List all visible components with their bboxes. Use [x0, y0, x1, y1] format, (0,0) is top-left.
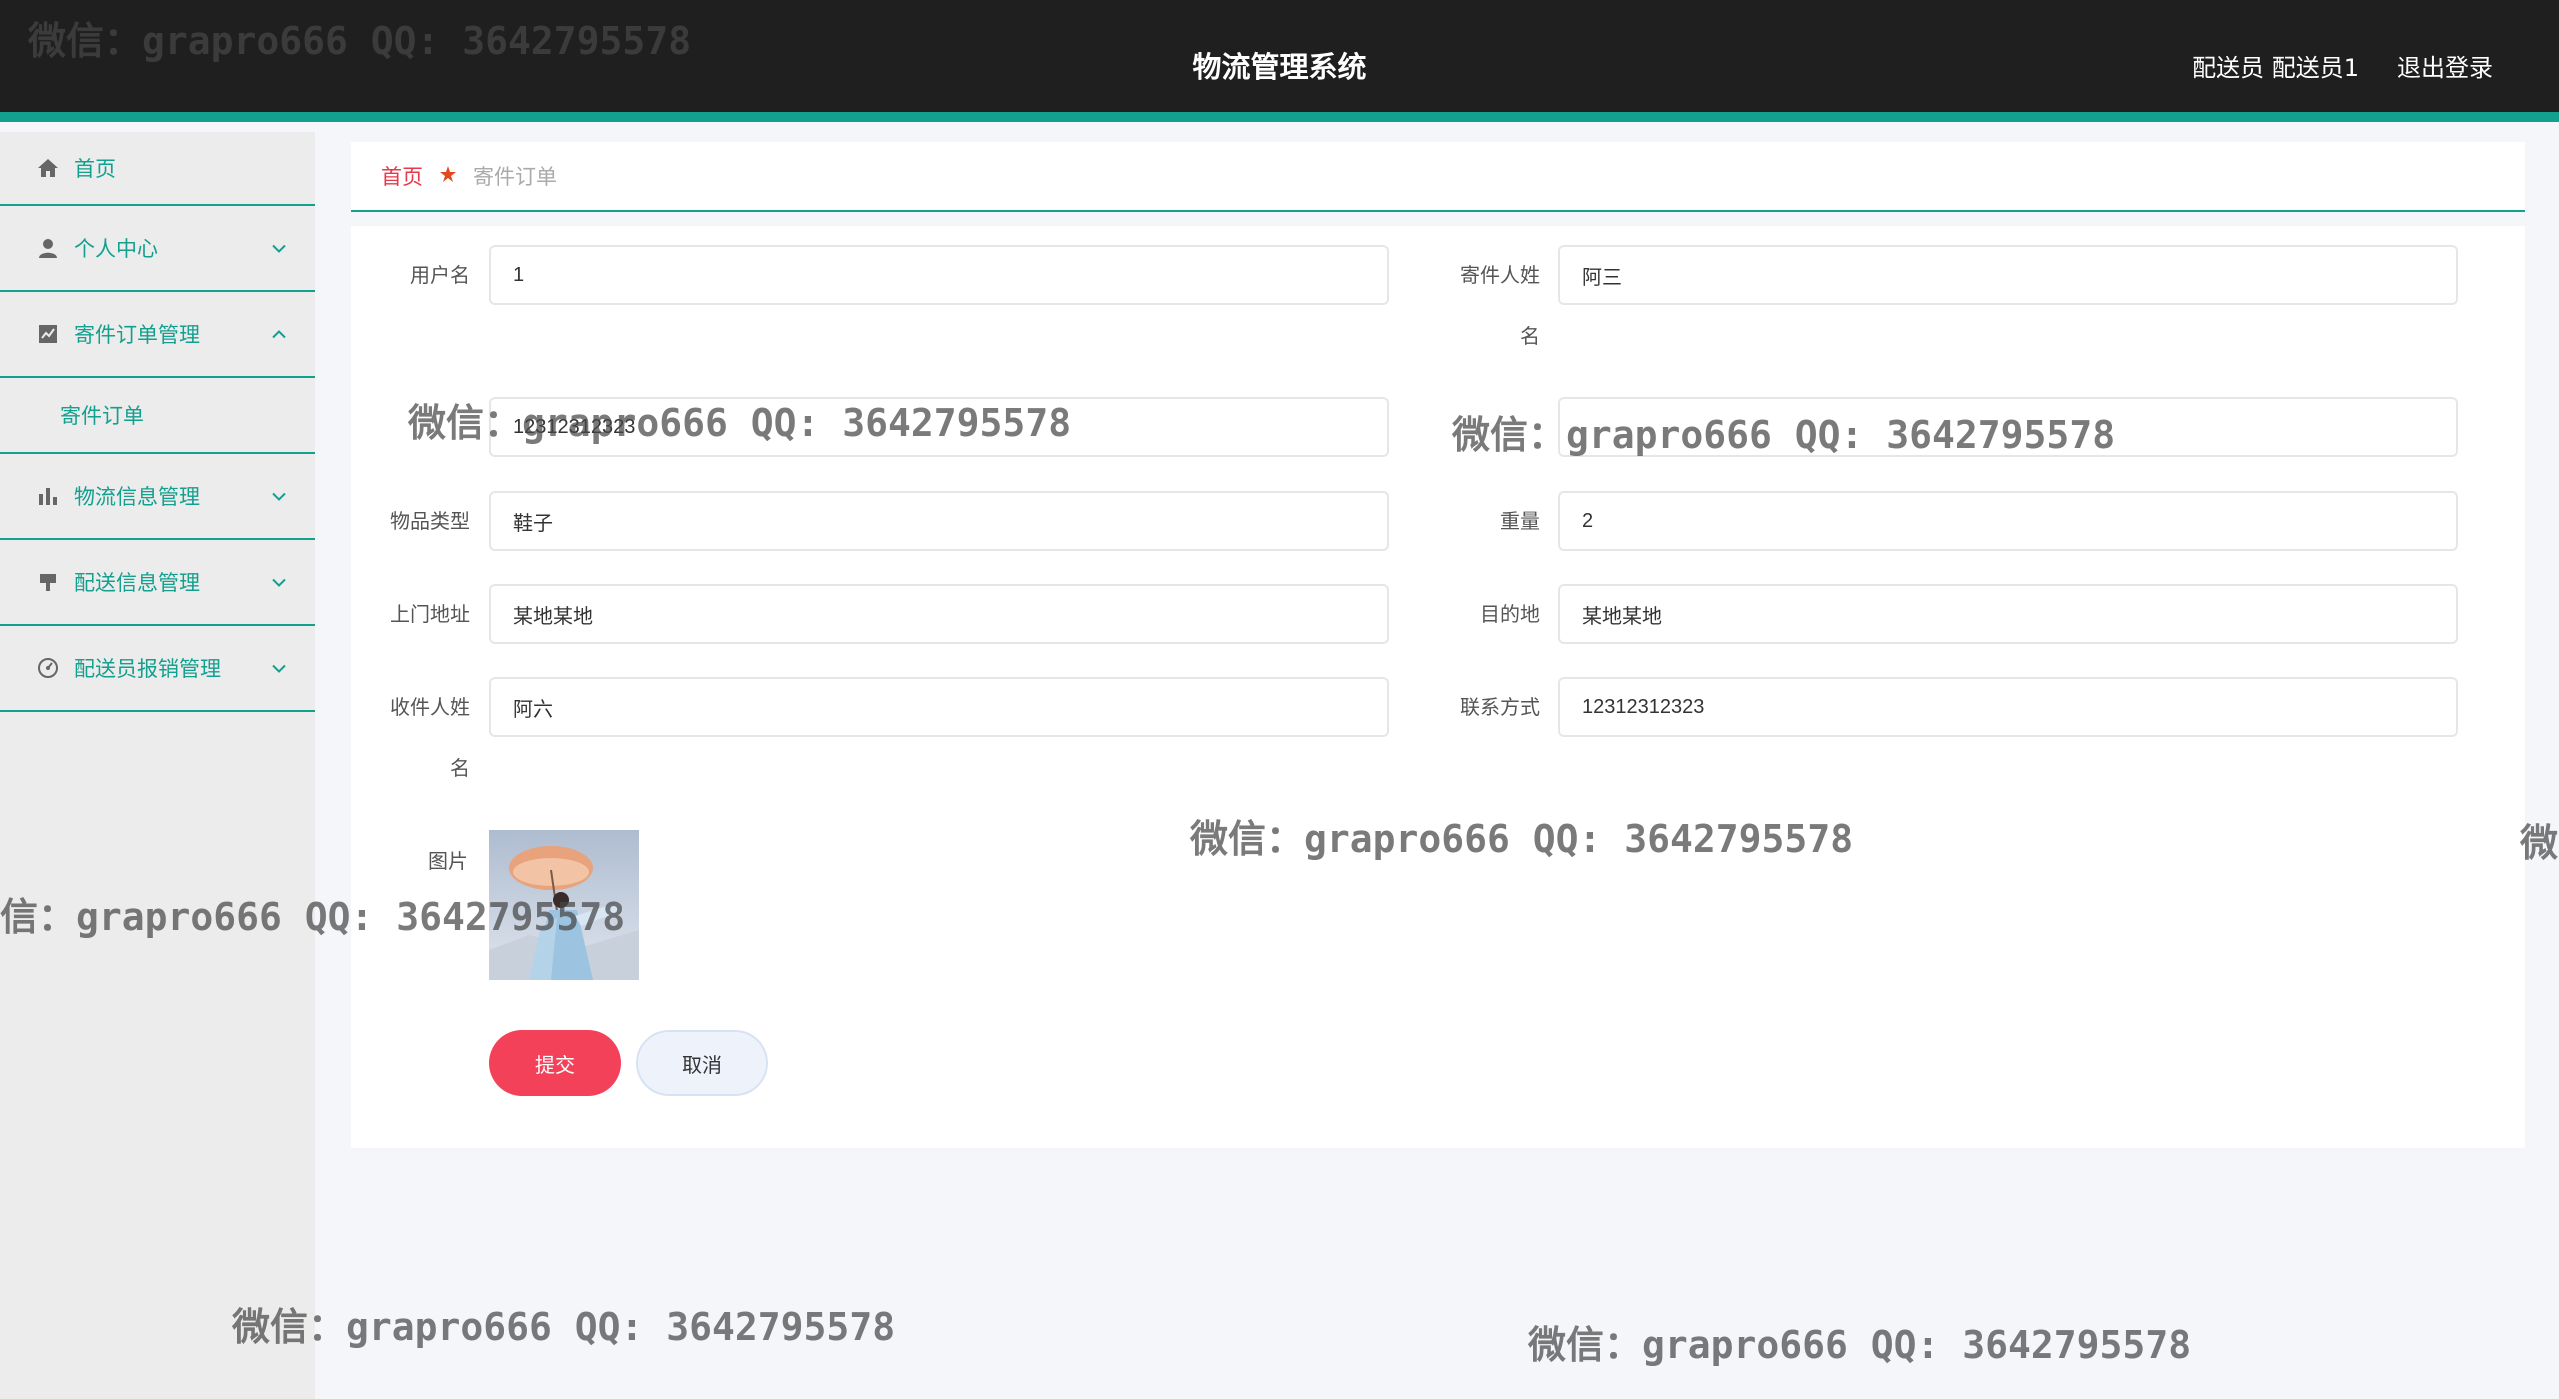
receiver-name-input[interactable]: 阿六 — [489, 677, 1389, 737]
receiver-name-label: 收件人姓 — [390, 695, 470, 719]
sidebar-item-label: 配送信息管理 — [74, 571, 200, 595]
item-type-input[interactable]: 鞋子 — [489, 491, 1389, 551]
chevron-down-icon — [271, 572, 287, 593]
chevron-up-icon — [271, 324, 287, 345]
sidebar-item-personal-center[interactable]: 个人中心 — [0, 206, 315, 292]
pickup-address-label: 上门地址 — [390, 602, 470, 626]
sender-name-label: 寄件人姓 — [1460, 263, 1540, 287]
sidebar-item-delivery-management[interactable]: 配送信息管理 — [0, 540, 315, 626]
user-icon — [36, 236, 60, 260]
username-label: 用户名 — [410, 263, 470, 287]
sidebar-item-reimbursement-management[interactable]: 配送员报销管理 — [0, 626, 315, 712]
chevron-down-icon — [271, 238, 287, 259]
breadcrumb-home-link[interactable]: 首页 — [381, 161, 423, 191]
picture-label: 图片 — [428, 849, 468, 873]
current-user: 配送员 配送员1 — [2192, 54, 2359, 82]
bar-chart-icon — [36, 484, 60, 508]
sidebar-item-label: 个人中心 — [74, 237, 158, 261]
sidebar-subitem-orders[interactable]: 寄件订单 — [0, 378, 315, 454]
breadcrumb-current: 寄件订单 — [473, 165, 557, 189]
sidebar-item-label: 首页 — [74, 157, 116, 181]
destination-label: 目的地 — [1480, 602, 1540, 626]
weight-label: 重量 — [1500, 509, 1540, 533]
contact-input[interactable]: 12312312323 — [1558, 677, 2458, 737]
contact-label: 联系方式 — [1460, 695, 1540, 719]
sender-name-label-wrap: 名 — [1520, 324, 1540, 348]
sender-extra-input[interactable] — [1558, 397, 2458, 457]
sidebar-item-label: 物流信息管理 — [74, 485, 200, 509]
chevron-down-icon — [271, 486, 287, 507]
app-title: 物流管理系统 — [1192, 50, 1367, 84]
logout-link[interactable]: 退出登录 — [2397, 48, 2493, 83]
header-accent-bar — [0, 112, 2559, 122]
sender-name-input[interactable]: 阿三 — [1558, 245, 2458, 305]
cancel-button[interactable]: 取消 — [636, 1030, 768, 1096]
submit-button[interactable]: 提交 — [489, 1030, 621, 1096]
breadcrumb: 首页 寄件订单 — [351, 142, 2525, 212]
item-picture-thumbnail[interactable] — [489, 830, 639, 980]
breadcrumb-separator-icon — [439, 164, 457, 188]
pickup-address-input[interactable]: 某地某地 — [489, 584, 1389, 644]
watermark-text: 微信：grapro666 QQ: 3642795578 — [232, 1305, 896, 1349]
chart-icon — [36, 322, 60, 346]
flag-icon — [36, 570, 60, 594]
watermark-text: 微信：grapro666 QQ: 3642795578 — [1528, 1323, 2192, 1367]
destination-input[interactable]: 某地某地 — [1558, 584, 2458, 644]
weight-input[interactable]: 2 — [1558, 491, 2458, 551]
sidebar-item-order-management[interactable]: 寄件订单管理 — [0, 292, 315, 378]
gauge-icon — [36, 656, 60, 680]
sidebar: 首页 个人中心 寄件订单管理 寄件订单 物流信息管理 配送信息管理 配送员报销管… — [0, 132, 315, 1399]
sidebar-item-home[interactable]: 首页 — [0, 132, 315, 206]
sidebar-item-label: 寄件订单管理 — [74, 323, 200, 347]
receiver-name-label-wrap: 名 — [450, 756, 470, 780]
top-header: 物流管理系统 配送员 配送员1 退出登录 — [0, 0, 2559, 122]
sidebar-item-logistics-management[interactable]: 物流信息管理 — [0, 454, 315, 540]
username-input[interactable]: 1 — [489, 245, 1389, 305]
watermark-text: 微 — [2520, 821, 2559, 865]
home-icon — [36, 156, 60, 180]
chevron-down-icon — [271, 658, 287, 679]
item-type-label: 物品类型 — [390, 509, 470, 533]
phone-input[interactable]: 12312312323 — [489, 397, 1389, 457]
sidebar-item-label: 配送员报销管理 — [74, 657, 221, 681]
